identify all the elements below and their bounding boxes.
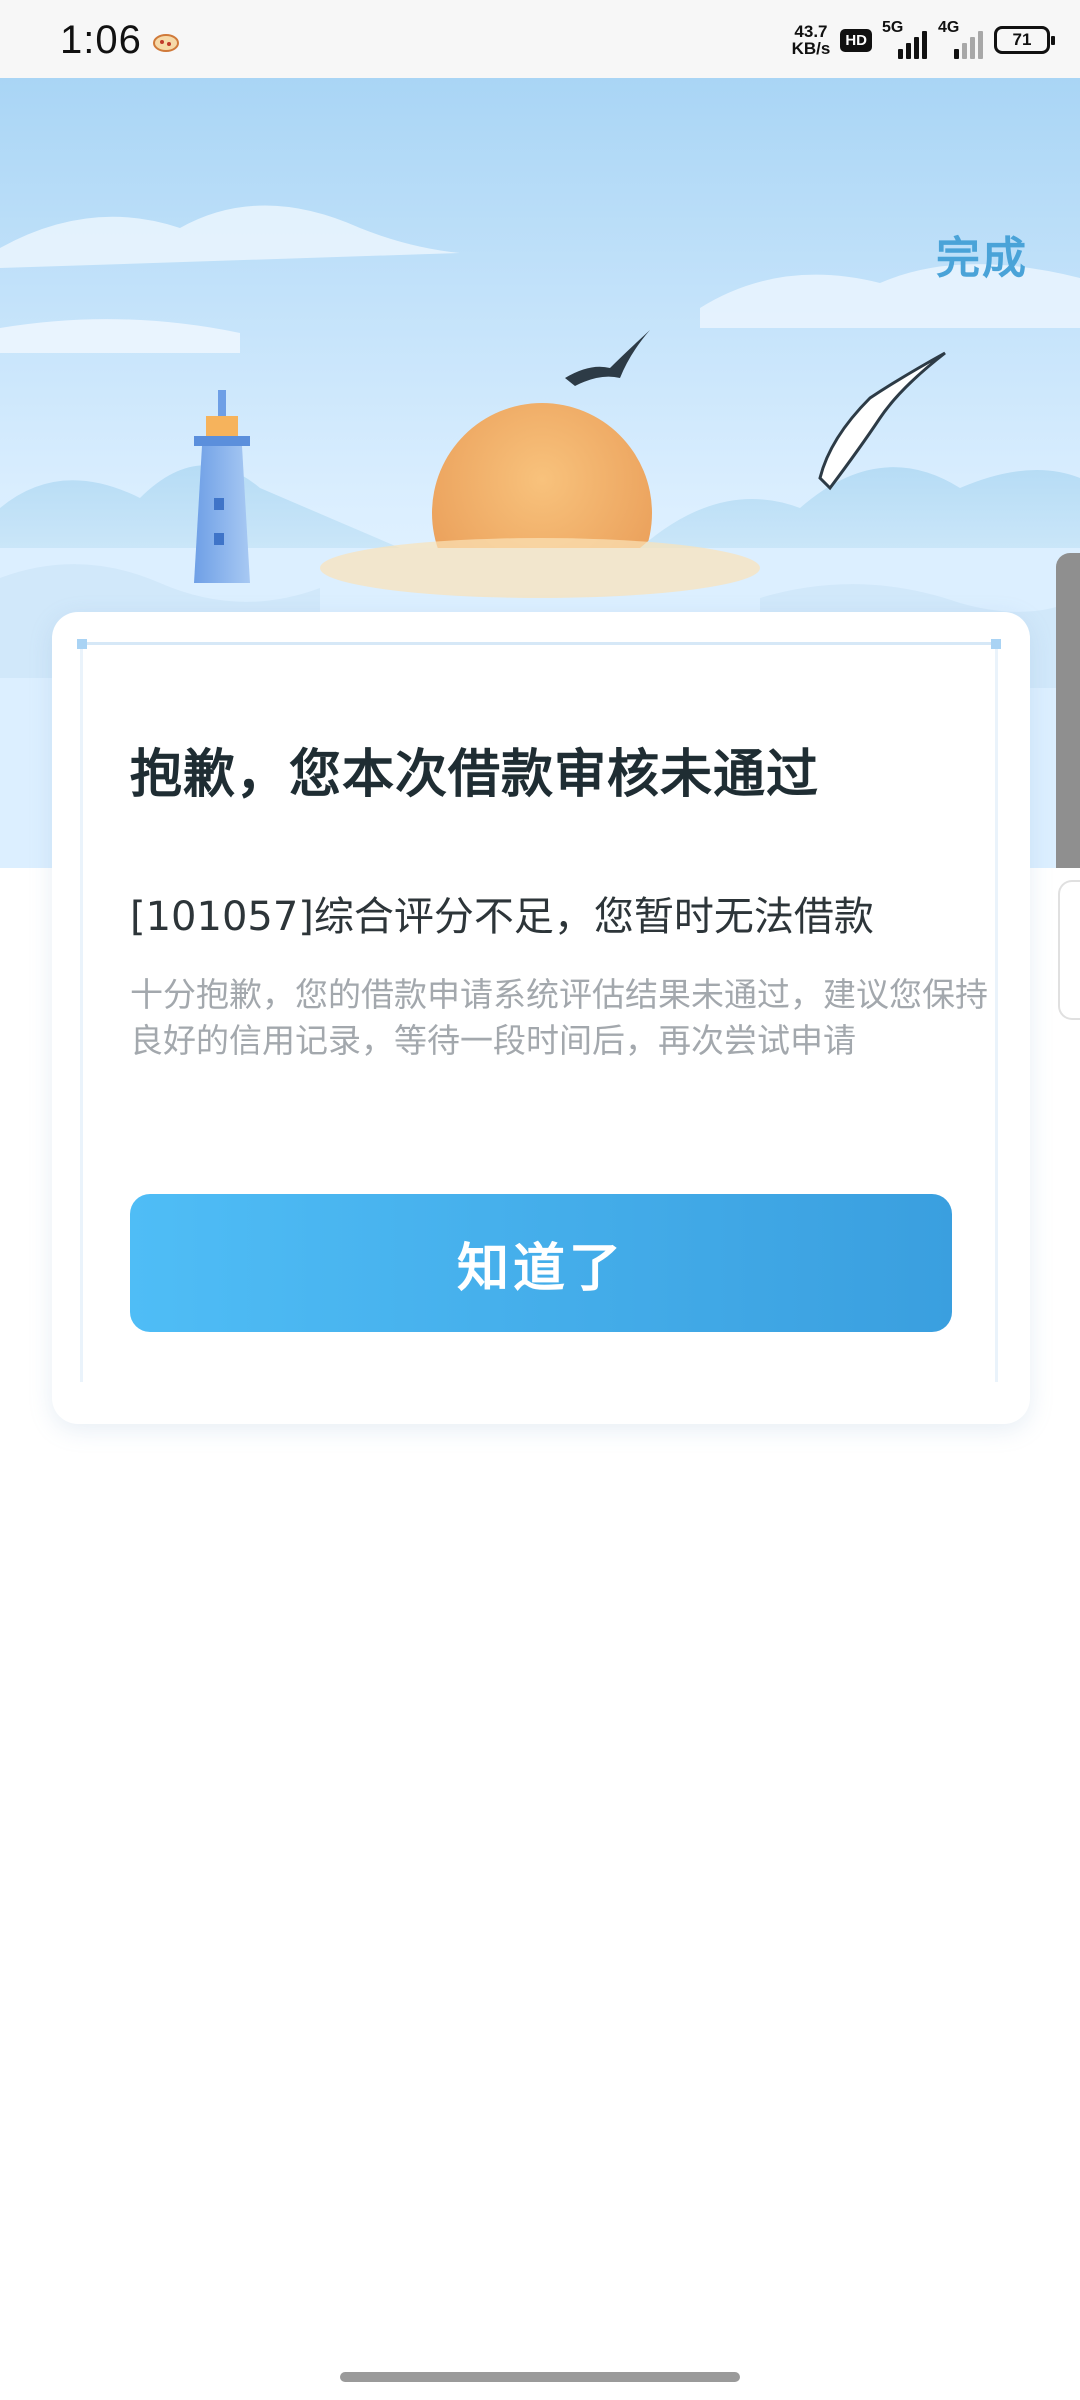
app-notification-icon — [153, 34, 179, 52]
sim2-label: 4G — [938, 19, 960, 36]
sim1-label: 5G — [882, 19, 904, 36]
status-bar: 1:06 43.7 KB/s HD 5G 4G 71 — [0, 0, 1080, 78]
signal-4g-icon: 4G — [938, 19, 984, 59]
net-speed-unit: KB/s — [791, 39, 831, 58]
side-drawer-tab[interactable] — [1058, 880, 1080, 1020]
card-title: 抱歉，您本次借款审核未通过 — [130, 745, 820, 805]
home-indicator[interactable] — [340, 2372, 740, 2382]
rejection-description: 十分抱歉，您的借款申请系统评估结果未通过，建议您保持良好的信用记录，等待一段时间… — [130, 975, 988, 1060]
side-drawer-handle[interactable] — [1056, 553, 1080, 868]
done-button[interactable]: 完成 — [936, 222, 1028, 286]
status-time: 1:06 — [60, 18, 142, 62]
battery-level: 71 — [1012, 30, 1032, 49]
battery-icon: 71 — [994, 26, 1055, 54]
net-speed: 43.7 KB/s — [792, 23, 831, 57]
rejection-reason: [101057]综合评分不足，您暂时无法借款 — [130, 894, 874, 940]
result-card: 抱歉，您本次借款审核未通过 [101057]综合评分不足，您暂时无法借款 十分抱… — [52, 612, 1030, 1424]
hd-icon: HD — [840, 28, 872, 52]
net-speed-value: 43.7 — [794, 22, 828, 41]
status-right-group: 43.7 KB/s HD 5G 4G 71 — [792, 18, 1055, 62]
signal-5g-icon: 5G — [882, 19, 928, 59]
acknowledge-button[interactable]: 知道了 — [130, 1194, 952, 1332]
